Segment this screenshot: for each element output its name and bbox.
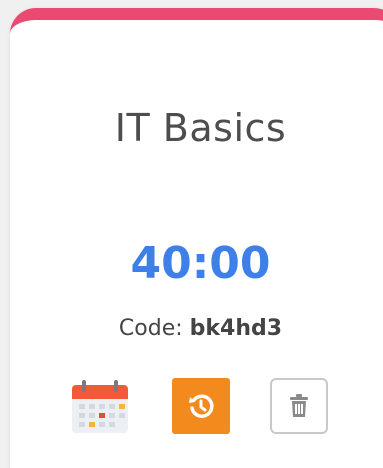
delete-button[interactable] (270, 378, 328, 434)
card-actions (0, 375, 383, 439)
code-line: Code: bk4hd3 (10, 316, 383, 341)
card-title: IT Basics (114, 106, 287, 150)
code-value: bk4hd3 (189, 316, 283, 341)
trash-icon (290, 394, 308, 417)
schedule-button[interactable] (70, 377, 130, 437)
reset-timer-icon (189, 394, 214, 418)
reset-timer-button[interactable] (172, 378, 230, 434)
code-label: Code: (118, 316, 183, 341)
calendar-icon (72, 380, 128, 433)
time-display: 40:00 (130, 238, 271, 289)
